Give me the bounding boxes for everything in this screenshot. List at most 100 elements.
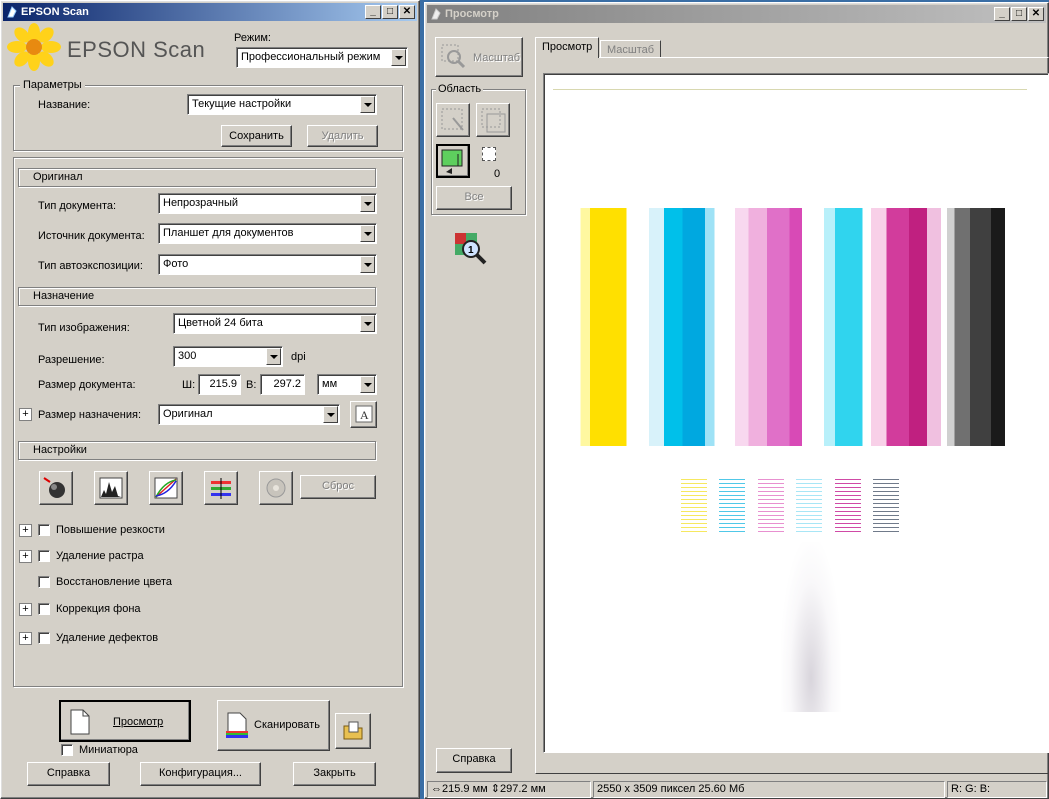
chevron-down-icon[interactable] [360,195,375,212]
dust-removal-checkbox[interactable] [38,632,50,644]
chevron-down-icon[interactable] [266,348,281,365]
auto-exposure-select[interactable]: Фото [158,254,377,275]
close-window-button[interactable]: ✕ [399,5,415,19]
thumbnail-checkbox[interactable] [61,744,73,756]
text-enhance-button[interactable]: A [350,401,377,428]
auto-exposure-label: Тип автоэкспозиции: [38,260,143,272]
resolution-label: Разрешение: [38,354,105,366]
save-button[interactable]: Сохранить [221,125,292,147]
maximize-button[interactable]: □ [382,5,398,19]
color-palette-button[interactable] [259,471,293,505]
close-button[interactable]: Закрыть [293,762,376,786]
minimize-button[interactable]: _ [994,7,1010,21]
status-width: 215.9 мм [442,783,488,795]
title-bar[interactable]: EPSON Scan _ □ ✕ [3,3,417,21]
preview-canvas[interactable] [543,73,1049,753]
mode-select[interactable]: Профессиональный режим [236,47,408,68]
maximize-button[interactable]: □ [1011,7,1027,21]
preview-button[interactable]: Просмотр [59,700,191,742]
tab-zoom[interactable]: Масштаб [600,40,662,58]
height-field[interactable]: 297.2 [260,374,305,395]
scan-button[interactable]: Сканировать [217,700,330,751]
delete-button[interactable]: Удалить [307,125,378,147]
sharpen-label: Повышение резкости [56,524,165,536]
color-balance-button[interactable] [204,471,238,505]
green-frame-icon [441,149,463,174]
backlight-checkbox[interactable] [38,603,50,615]
chevron-down-icon[interactable] [360,256,375,273]
doc-source-label: Источник документа: [38,230,145,242]
marquee-scale-button[interactable] [436,144,470,178]
marquee-count: 0 [494,168,501,180]
marquee-delete-icon [481,108,506,133]
chevron-down-icon[interactable] [360,315,375,332]
preview-help-button[interactable]: Справка [436,748,512,773]
select-all-button[interactable]: Все [436,186,512,210]
status-height: 297.2 мм [500,783,546,795]
tone-curve-button[interactable] [149,471,183,505]
status-size-panel: ⇔215.9 мм ⇕297.2 мм [427,781,591,798]
chevron-down-icon[interactable] [323,406,338,423]
doc-source-select[interactable]: Планшет для документов [158,223,377,244]
preview-window: Просмотр _ □ ✕ Масштаб Область 0 Все 1 С… [424,2,1049,799]
name-select[interactable]: Текущие настройки [187,94,377,115]
close-window-button[interactable]: ✕ [1028,7,1044,21]
resolution-select[interactable]: 300 [173,346,283,367]
delete-marquee-button[interactable] [476,103,510,137]
preview-title-bar[interactable]: Просмотр _ □ ✕ [427,5,1046,23]
image-type-select[interactable]: Цветной 24 бита [173,313,377,334]
expand-dust-button[interactable]: + [19,632,32,645]
page-top-line [553,89,1027,90]
section-settings: Настройки [18,441,376,460]
chevron-down-icon[interactable] [391,49,406,66]
backlight-label: Коррекция фона [56,603,141,615]
color-restore-checkbox[interactable] [38,576,50,588]
configuration-button[interactable]: Конфигурация... [140,762,261,786]
histogram-button[interactable] [94,471,128,505]
color-sliders-icon [211,478,231,499]
chevron-down-icon[interactable] [360,376,375,393]
minimize-button[interactable]: _ [365,5,381,19]
descreen-checkbox[interactable] [38,550,50,562]
width-field[interactable]: 215.9 [198,374,241,395]
reset-button[interactable]: Сброс [300,475,376,499]
marquee-icon [441,108,464,131]
auto-locate-button[interactable] [436,103,470,137]
status-rgb: R: G: B: [947,781,1047,798]
sharpen-checkbox[interactable] [38,524,50,536]
document-icon [70,709,90,735]
cyan-nozzle-pattern [719,477,745,535]
section-destination: Назначение [18,287,376,306]
help-button[interactable]: Справка [27,762,110,786]
chevron-down-icon[interactable] [360,96,375,113]
image-type-label: Тип изображения: [38,322,130,334]
section-original: Оригинал [18,168,376,187]
histogram-icon [99,477,123,499]
unit-select[interactable]: мм [317,374,377,395]
scanned-page [553,82,1035,746]
expand-descreen-button[interactable]: + [19,550,32,563]
move-arrows-icon: ⇔ [431,783,442,795]
zoom-button[interactable]: Масштаб [435,37,523,77]
scan-label: Сканировать [254,719,320,731]
height-label: В: [246,379,257,391]
target-size-select[interactable]: Оригинал [158,404,340,425]
chevron-down-icon[interactable] [360,225,375,242]
font-a-icon: A [355,405,372,423]
color-restore-label: Восстановление цвета [56,576,173,588]
doc-type-select[interactable]: Непрозрачный [158,193,377,214]
histogram-adjust-button[interactable] [39,471,73,505]
save-folder-button[interactable] [335,713,371,749]
area-group-label: Область [436,83,484,95]
color-curve-icon [154,477,178,499]
zoom-in-image-icon: 1 [455,233,487,265]
expand-sharpen-button[interactable]: + [19,524,32,537]
window-title: EPSON Scan [21,6,89,18]
expand-target-size-button[interactable]: + [19,408,32,421]
magenta-light-bar [735,208,811,446]
zoom-preview-icon[interactable]: 1 [453,231,489,267]
expand-backlight-button[interactable]: + [19,603,32,616]
tab-preview[interactable]: Просмотр [535,37,600,58]
width-label: Ш: [182,379,196,391]
epson-scan-window: EPSON Scan _ □ ✕ EPSON Scan Режим: Профе… [0,0,420,799]
